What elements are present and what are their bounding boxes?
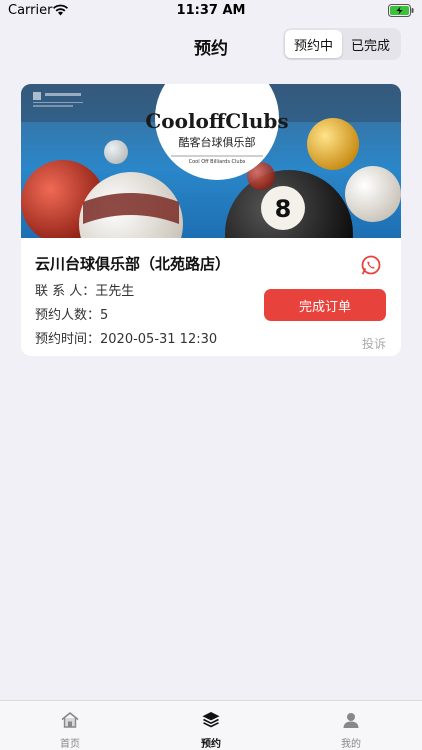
venue-banner-image: 8 CooloffClubs 酷客台球俱乐部 Cool Off Billiard… (21, 84, 401, 238)
tab-booking[interactable]: 预约 (171, 701, 251, 750)
home-icon (61, 712, 79, 728)
tab-home-label: 首页 (60, 739, 80, 750)
tab-mine[interactable]: 我的 (311, 701, 391, 750)
booking-card[interactable]: 8 CooloffClubs 酷客台球俱乐部 Cool Off Billiard… (21, 84, 401, 356)
contact-person: 联 系 人：王先生 (35, 284, 135, 299)
logo-subtitle: 酷客台球俱乐部 (179, 135, 256, 149)
battery-charging-icon (388, 4, 414, 17)
phone-call-icon[interactable] (360, 254, 382, 276)
segment-completed[interactable]: 已完成 (342, 30, 399, 58)
logo-text: CooloffClubs (145, 109, 288, 133)
venue-name: 云川台球俱乐部（北苑路店） (35, 255, 231, 273)
layers-icon (202, 712, 220, 728)
app-screen: Carrier 11:37 AM 预约 预约中 已完成 8 CooloffClu… (0, 0, 422, 750)
clock: 11:37 AM (176, 3, 246, 18)
complain-link[interactable]: 投诉 (362, 335, 386, 352)
tab-home[interactable]: 首页 (30, 701, 110, 750)
booking-time: 预约时间：2020-05-31 12:30 (35, 332, 218, 347)
complete-order-button[interactable]: 完成订单 (264, 289, 386, 321)
tab-bar: 首页 预约 我的 (0, 700, 422, 750)
segment-in-progress[interactable]: 预约中 (285, 30, 342, 58)
svg-text:8: 8 (275, 195, 292, 223)
navigation-bar: 预约 预约中 已完成 (0, 24, 422, 68)
tab-booking-label: 预约 (201, 739, 221, 750)
logo-small-text: Cool Off Billiards Clubs (189, 159, 246, 165)
person-icon (343, 713, 359, 728)
people-count: 预约人数：5 (35, 308, 109, 323)
tab-mine-label: 我的 (341, 739, 361, 750)
status-bar: Carrier 11:37 AM (0, 0, 422, 24)
status-segmented-control: 预约中 已完成 (283, 28, 401, 60)
